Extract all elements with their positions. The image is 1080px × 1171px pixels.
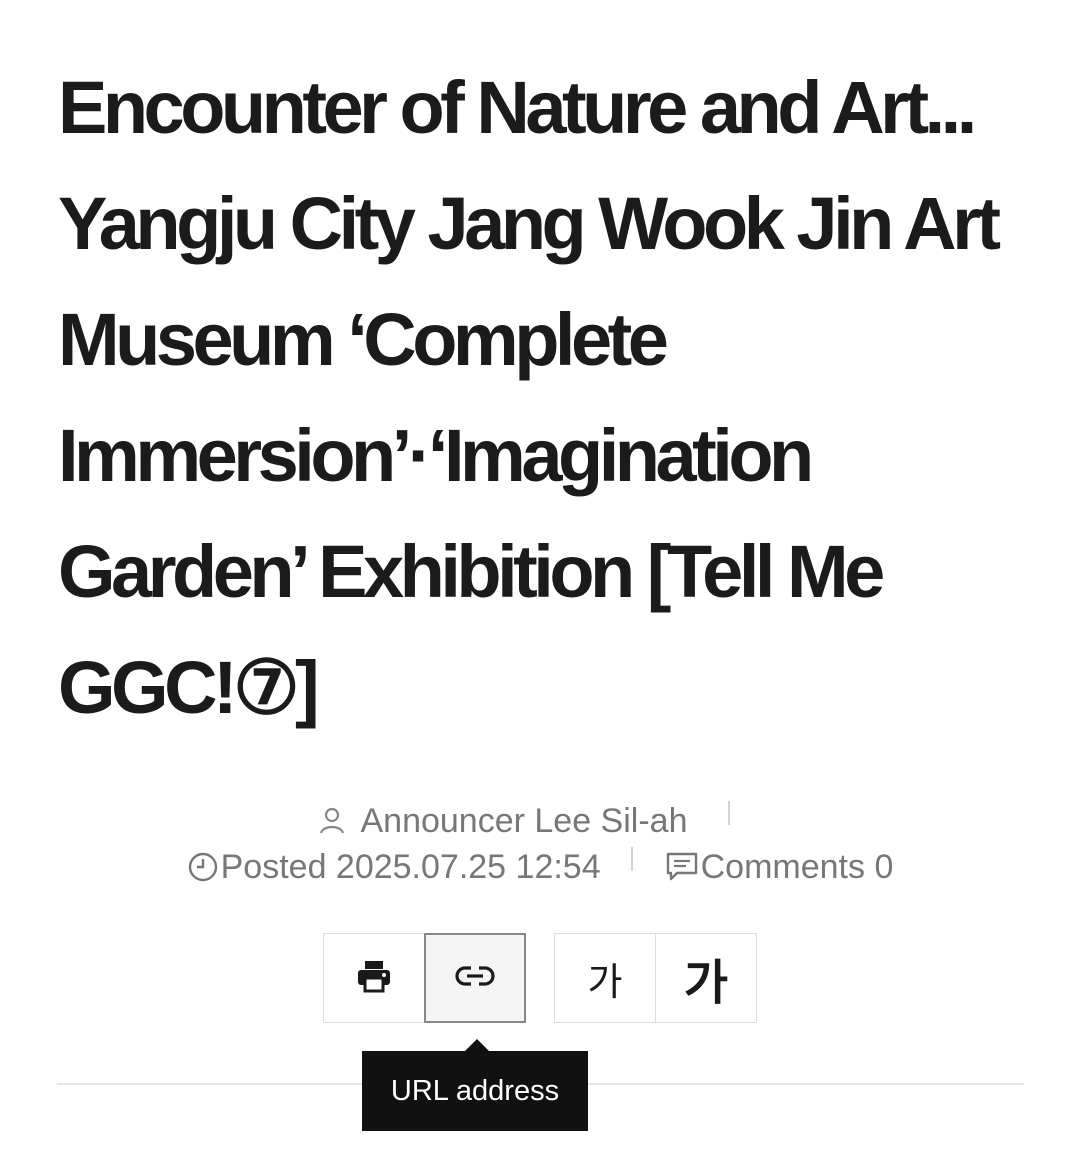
tooltip-text: URL address: [390, 1074, 560, 1107]
person-icon: [318, 806, 346, 836]
meta-separator: [630, 847, 633, 872]
font-decrease-button[interactable]: 가: [554, 933, 656, 1023]
article-title: Encounter of Nature and Art... Yangju Ci…: [58, 66, 1001, 729]
posted-date: Posted 2025.07.25 12:54: [220, 847, 601, 886]
font-large-label: 가: [683, 955, 729, 1011]
print-button[interactable]: [323, 933, 425, 1023]
share-toolbar: [323, 933, 526, 1023]
clock-icon: [187, 851, 219, 883]
copy-url-button[interactable]: [424, 933, 526, 1023]
comments-count: Comments 0: [700, 847, 894, 886]
author-info: Announcer Lee Sil-ah: [318, 801, 688, 841]
url-tooltip: URL address: [362, 1051, 588, 1131]
meta-separator: [727, 801, 730, 826]
posted-info: Posted 2025.07.25 12:54: [187, 848, 601, 887]
post-meta-row: Posted 2025.07.25 12:54 Comments 0: [0, 846, 1080, 887]
author-row: Announcer Lee Sil-ah: [0, 800, 1080, 841]
link-icon: [455, 964, 495, 993]
comment-icon: [665, 851, 699, 883]
comments-link[interactable]: Comments 0: [665, 847, 894, 887]
font-size-toolbar: 가 가: [554, 933, 757, 1023]
print-icon: [356, 959, 392, 998]
author-name: Announcer Lee Sil-ah: [360, 801, 688, 840]
font-small-label: 가: [587, 959, 623, 1004]
tooltip-arrow: [465, 1039, 489, 1051]
font-increase-button[interactable]: 가: [655, 933, 757, 1023]
